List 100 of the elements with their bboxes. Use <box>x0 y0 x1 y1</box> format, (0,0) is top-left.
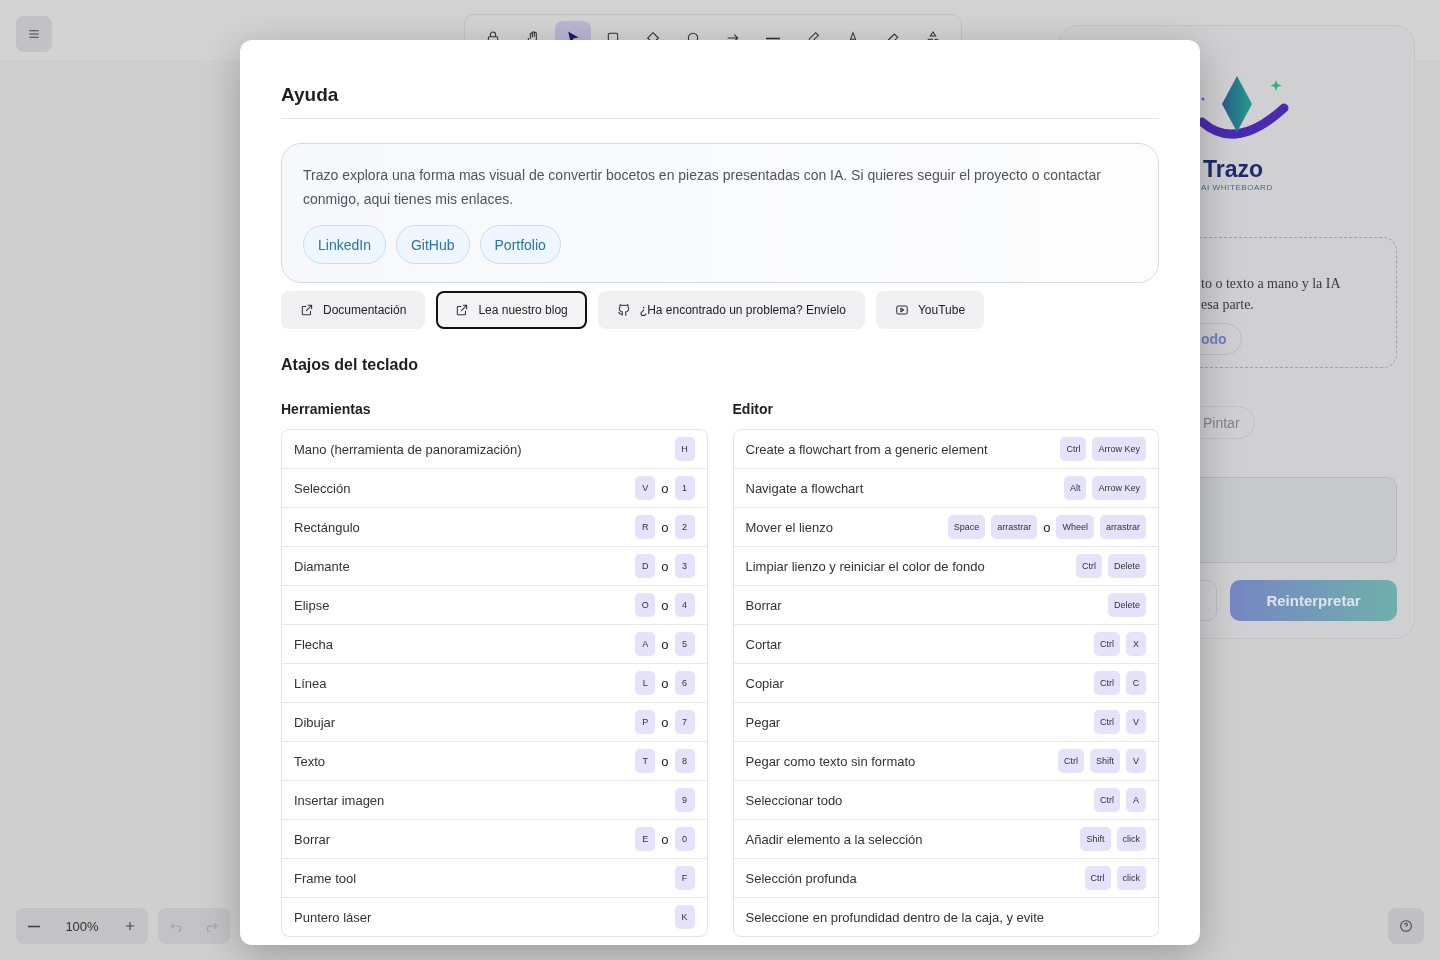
help-icon <box>1398 918 1414 934</box>
column-title: Herramientas <box>281 401 372 417</box>
key-cap: 4 <box>674 593 695 617</box>
link-button[interactable]: GitHub <box>395 225 470 264</box>
key-cap: X <box>1126 632 1146 656</box>
shortcut-label: Línea <box>294 675 327 691</box>
key-cap: 9 <box>674 788 695 812</box>
github-icon <box>616 303 631 317</box>
or-text: o <box>1043 519 1051 535</box>
action-button[interactable]: YouTube <box>875 291 985 329</box>
key-cap: 0 <box>674 827 695 851</box>
key-cap: 7 <box>674 710 695 734</box>
intro-text: Trazo explora una forma mas visual de convertir bocetos en piezas presentadas con IA. Si quieres seguir el proyecto o contactar conmigo, aqui tienes mis enlaces. <box>303 166 1102 209</box>
key-cap: Delete <box>1108 554 1146 578</box>
action-button[interactable]: Documentación <box>281 291 426 329</box>
key-cap: Ctrl <box>1058 749 1084 773</box>
key-cap: T <box>635 749 656 773</box>
action-button[interactable]: ¿Ha encontrado un problema? Envíelo <box>597 291 865 329</box>
external-link-icon <box>455 303 470 317</box>
shortcut-label: Insertar imagen <box>294 792 385 808</box>
key-cap: K <box>674 905 695 929</box>
link-button[interactable]: LinkedIn <box>303 225 386 264</box>
shortcut-label: Borrar <box>745 597 782 613</box>
key-cap: Ctrl <box>1094 671 1120 695</box>
shortcut-label: Seleccione en profundidad dentro de la caja, y evite <box>745 909 1044 925</box>
or-text: o <box>661 675 669 691</box>
key-cap: D <box>635 554 656 578</box>
key-cap: Ctrl <box>1084 866 1111 890</box>
shortcut-label: Rectángulo <box>294 519 360 535</box>
shortcut-label: Elipse <box>294 597 330 613</box>
key-cap: R <box>635 515 656 539</box>
hint-text: to o texto a mano y la IA esa parte. <box>1201 275 1341 314</box>
key-cap: 8 <box>674 749 695 773</box>
key-cap: A <box>1126 788 1146 812</box>
line-icon <box>765 36 781 40</box>
or-text: o <box>661 558 669 574</box>
zoom-level: 100% <box>65 918 99 934</box>
key-cap: Ctrl <box>1060 437 1087 461</box>
key-cap: C <box>1126 671 1146 695</box>
shortcut-label: Texto <box>294 753 326 769</box>
key-cap: click <box>1116 866 1146 890</box>
or-text: o <box>661 636 669 652</box>
key-cap: L <box>635 671 656 695</box>
key-cap: Ctrl <box>1094 788 1120 812</box>
shortcut-label: Limpiar lienzo y reiniciar el color de fondo <box>745 558 985 574</box>
key-cap: Space <box>947 515 986 539</box>
key-cap: 6 <box>674 671 695 695</box>
shortcut-label: Puntero láser <box>294 909 372 925</box>
key-cap: Wheel <box>1056 515 1094 539</box>
shortcut-label: Selección <box>294 480 351 496</box>
key-cap: arrastrar <box>1100 515 1146 539</box>
shortcut-label: Pegar <box>745 714 781 730</box>
action-button[interactable]: Lea nuestro blog <box>436 291 587 329</box>
or-text: o <box>661 831 669 847</box>
shortcut-label: Dibujar <box>294 714 336 730</box>
or-text: o <box>661 519 669 535</box>
key-cap: F <box>674 866 695 890</box>
or-text: o <box>661 597 669 613</box>
key-cap: 1 <box>674 476 695 500</box>
key-cap: Ctrl <box>1094 710 1120 734</box>
key-cap: arrastrar <box>991 515 1038 539</box>
key-cap: 3 <box>674 554 695 578</box>
or-text: o <box>661 480 669 496</box>
key-cap: V <box>1126 749 1146 773</box>
key-cap: O <box>635 593 656 617</box>
key-cap: Arrow Key <box>1092 437 1146 461</box>
shortcut-label: Borrar <box>294 831 331 847</box>
column-title: Editor <box>732 401 774 417</box>
shortcut-label: Seleccionar todo <box>745 792 843 808</box>
logo-title: Trazo <box>1203 156 1264 183</box>
link-button[interactable]: Portfolio <box>479 225 561 264</box>
or-text: o <box>661 714 669 730</box>
shortcut-label: Copiar <box>745 675 784 691</box>
key-cap: P <box>635 710 656 734</box>
help-button[interactable] <box>1388 908 1424 944</box>
key-cap: 2 <box>674 515 695 539</box>
key-cap: Ctrl <box>1076 554 1102 578</box>
menu-button[interactable] <box>16 16 52 52</box>
shortcut-label: Selección profunda <box>745 870 857 886</box>
shortcut-label: Mover el lienzo <box>745 519 833 535</box>
key-cap: Arrow Key <box>1092 476 1146 500</box>
shortcut-label: Pegar como texto sin formato <box>745 753 916 769</box>
key-cap: Ctrl <box>1094 632 1120 656</box>
shortcut-label: Frame tool <box>294 870 357 886</box>
key-cap: E <box>635 827 656 851</box>
key-cap: A <box>635 632 656 656</box>
external-link-icon <box>300 303 314 317</box>
key-cap: click <box>1116 827 1146 851</box>
shortcut-label: Flecha <box>294 636 334 652</box>
key-cap: 5 <box>674 632 695 656</box>
logo-subtitle: AI WHITEBOARD <box>1201 183 1273 192</box>
key-cap: Delete <box>1108 593 1146 617</box>
section-title: Atajos del teclado <box>281 356 419 374</box>
minus-icon <box>26 924 42 928</box>
shortcut-label: Mano (herramienta de panoramización) <box>294 441 522 457</box>
dialog-title: Ayuda <box>281 84 1159 119</box>
key-cap: Shift <box>1080 827 1111 851</box>
shortcut-label: Cortar <box>745 636 782 652</box>
or-text: o <box>661 753 669 769</box>
shortcut-label: Añadir elemento a la selección <box>745 831 923 847</box>
